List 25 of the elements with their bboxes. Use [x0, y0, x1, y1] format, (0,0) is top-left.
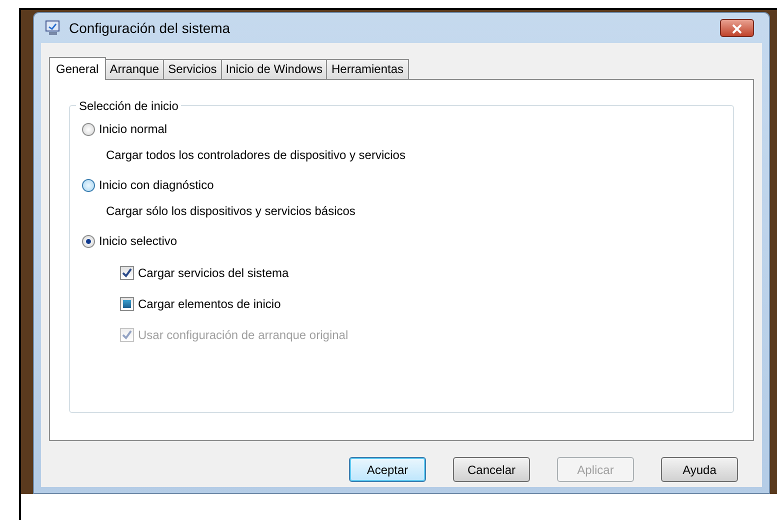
tab[interactable]: General	[49, 57, 106, 80]
tab[interactable]: Arranque	[104, 59, 164, 79]
dialog-button[interactable]: Ayuda	[661, 457, 738, 482]
radio-label: Inicio selectivo	[99, 233, 178, 250]
dialog-button[interactable]: Cancelar	[453, 457, 530, 482]
dialog-button[interactable]: Aceptar	[349, 457, 426, 482]
radio-button[interactable]	[82, 178, 95, 192]
checkbox-label: Cargar servicios del sistema	[138, 265, 289, 282]
checkbox-label: Cargar elementos de inicio	[138, 296, 281, 313]
tab[interactable]: Herramientas	[326, 59, 409, 79]
tab[interactable]: Inicio de Windows	[220, 59, 328, 79]
close-icon	[732, 24, 742, 34]
checkbox-label: Usar configuración de arranque original	[138, 327, 348, 344]
checkbox[interactable]	[120, 297, 134, 311]
tab[interactable]: Servicios	[163, 59, 222, 79]
radio-label: Inicio normal	[99, 121, 168, 138]
window-title: Configuración del sistema	[69, 18, 230, 38]
radio-button[interactable]	[82, 234, 95, 248]
checkbox[interactable]	[120, 266, 134, 280]
radio-label: Inicio con diagnóstico	[99, 177, 214, 194]
monitor-icon	[45, 20, 61, 36]
radio-button[interactable]	[82, 122, 95, 136]
option-description: Cargar todos los controladores de dispositivo y servicios	[106, 147, 406, 164]
close-button[interactable]	[720, 19, 754, 37]
option-description: Cargar sólo los dispositivos y servicios básicos	[106, 203, 356, 220]
